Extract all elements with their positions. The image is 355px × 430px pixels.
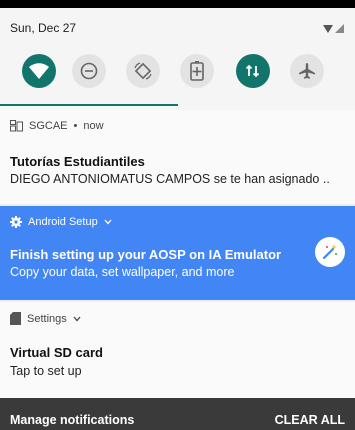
status-icons bbox=[323, 24, 344, 33]
tile-auto-rotate[interactable] bbox=[126, 54, 160, 88]
tile-airplane-mode[interactable] bbox=[290, 54, 324, 88]
notification-header: Settings bbox=[10, 312, 81, 325]
quick-tiles bbox=[0, 54, 355, 94]
date-label: Sun, Dec 27 bbox=[10, 21, 77, 35]
app-name: Settings bbox=[27, 312, 67, 325]
app-name: Android Setup bbox=[28, 216, 98, 228]
notification-title: Virtual SD card bbox=[10, 345, 103, 360]
chevron-down-icon[interactable] bbox=[104, 219, 112, 225]
magic-wand-icon bbox=[322, 244, 337, 260]
notification-text: Copy your data, set wallpaper, and more bbox=[10, 265, 235, 279]
notification-list: SGCAE • now Tutorías Estudiantiles DIEGO… bbox=[0, 110, 355, 398]
clear-all-button[interactable]: CLEAR ALL bbox=[275, 413, 345, 427]
brightness-fill bbox=[0, 104, 178, 106]
notification-text: DIEGO ANTONIOMATUS CAMPOS se te han asig… bbox=[10, 172, 330, 186]
notification-title: Tutorías Estudiantiles bbox=[10, 154, 145, 169]
notification-text: Tap to set up bbox=[10, 364, 82, 378]
notification-time: now bbox=[83, 120, 104, 132]
notification-footer: Manage notifications CLEAR ALL bbox=[0, 398, 355, 430]
do-not-disturb-icon bbox=[80, 62, 98, 80]
auto-rotate-icon bbox=[134, 62, 152, 80]
tile-data-transfer[interactable] bbox=[236, 54, 270, 88]
battery-saver-icon bbox=[190, 61, 204, 81]
sd-card-icon bbox=[10, 312, 21, 325]
app-icon bbox=[10, 120, 23, 132]
wifi-status-icon bbox=[323, 25, 333, 33]
data-transfer-icon bbox=[245, 64, 260, 78]
quick-settings-panel: Sun, Dec 27 bbox=[0, 8, 355, 110]
tile-do-not-disturb[interactable] bbox=[72, 54, 106, 88]
notification-title: Finish setting up your AOSP on IA Emulat… bbox=[10, 247, 282, 262]
notification-settings[interactable]: Settings Virtual SD card Tap to set up bbox=[0, 302, 355, 398]
tile-wifi[interactable] bbox=[22, 54, 56, 88]
notification-header: SGCAE • now bbox=[10, 120, 104, 132]
magic-wand-button[interactable] bbox=[315, 237, 345, 267]
cell-signal-icon bbox=[335, 24, 344, 33]
airplane-mode-icon bbox=[299, 63, 315, 79]
notification-header: Android Setup bbox=[10, 216, 112, 228]
notification-android-setup[interactable]: Android Setup Finish setting up your AOS… bbox=[0, 206, 355, 300]
tile-battery-saver[interactable] bbox=[180, 54, 214, 88]
notification-sgcae[interactable]: SGCAE • now Tutorías Estudiantiles DIEGO… bbox=[0, 110, 355, 204]
separator-dot: • bbox=[73, 120, 78, 132]
wifi-icon bbox=[29, 63, 49, 79]
brightness-slider[interactable] bbox=[0, 104, 355, 106]
notification-shade: Sun, Dec 27 SGCAE • now Tutorías Estudia… bbox=[0, 0, 355, 430]
chevron-down-icon[interactable] bbox=[73, 316, 81, 322]
manage-notifications-button[interactable]: Manage notifications bbox=[10, 413, 134, 427]
app-name: SGCAE bbox=[29, 120, 68, 132]
gear-icon bbox=[10, 216, 22, 228]
